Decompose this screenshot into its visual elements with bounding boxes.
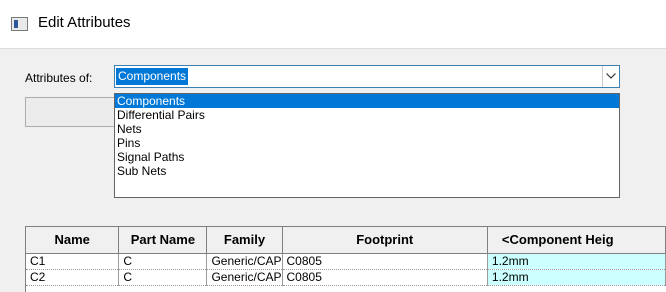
window-icon — [11, 17, 28, 31]
window-title: Edit Attributes — [38, 14, 131, 31]
cell-component-height[interactable]: 1.2mm — [487, 253, 666, 270]
cell-name[interactable]: C2 — [26, 269, 120, 286]
cell-family[interactable]: Generic/CAP — [206, 253, 283, 270]
attributes-of-select[interactable]: Components — [114, 65, 620, 88]
dropdown-option-sub-nets[interactable]: Sub Nets — [115, 164, 619, 178]
cell-name[interactable]: C1 — [26, 253, 120, 270]
dropdown-option-components[interactable]: Components — [115, 94, 619, 108]
column-header-footprint[interactable]: Footprint — [282, 227, 488, 254]
attribute-placeholder-box — [25, 97, 120, 127]
chevron-down-icon — [606, 73, 616, 79]
table-row[interactable]: C1 C Generic/CAP C0805 1.2mm — [26, 253, 666, 270]
title-bar: Edit Attributes — [0, 0, 666, 48]
column-header-part-name[interactable]: Part Name — [118, 227, 208, 254]
dropdown-option-differential-pairs[interactable]: Differential Pairs — [115, 108, 619, 122]
cell-component-height[interactable]: 1.2mm — [487, 269, 666, 286]
attributes-grid[interactable]: Name Part Name Family Footprint <Compone… — [25, 226, 666, 292]
cell-footprint[interactable]: C0805 — [282, 253, 488, 270]
attributes-of-dropdown-list[interactable]: Components Differential Pairs Nets Pins … — [114, 93, 620, 198]
attributes-of-label: Attributes of: — [25, 71, 93, 85]
cell-part-name[interactable]: C — [118, 253, 208, 270]
dropdown-option-pins[interactable]: Pins — [115, 136, 619, 150]
column-header-component-height[interactable]: <Component Heig — [487, 227, 666, 254]
dropdown-toggle-button[interactable] — [602, 66, 619, 87]
table-row[interactable]: C2 C Generic/CAP C0805 1.2mm — [26, 269, 666, 286]
column-header-name[interactable]: Name — [26, 227, 120, 254]
dropdown-option-nets[interactable]: Nets — [115, 122, 619, 136]
column-header-family[interactable]: Family — [206, 227, 283, 254]
cell-family[interactable]: Generic/CAP — [206, 269, 283, 286]
cell-footprint[interactable]: C0805 — [282, 269, 488, 286]
cell-part-name[interactable]: C — [118, 269, 208, 286]
attributes-of-selected-value: Components — [116, 68, 189, 85]
grid-header-row: Name Part Name Family Footprint <Compone… — [26, 227, 666, 254]
dropdown-option-signal-paths[interactable]: Signal Paths — [115, 150, 619, 164]
